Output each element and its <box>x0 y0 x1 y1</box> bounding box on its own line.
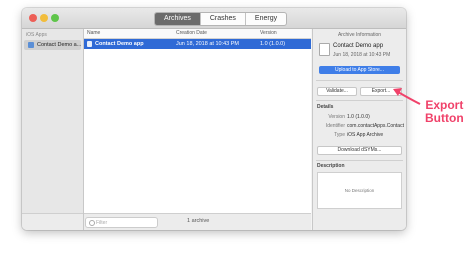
export-button[interactable]: Export... <box>360 87 402 96</box>
divider <box>316 160 403 161</box>
zoom-window-button[interactable] <box>51 14 59 22</box>
description-header: Description <box>317 163 345 169</box>
archive-count: 1 archive <box>187 218 210 224</box>
segmented-tabs: Archives Crashes Energy <box>154 12 288 26</box>
titlebar: Archives Crashes Energy <box>22 8 406 29</box>
details-header: Details <box>317 104 334 110</box>
column-header-name[interactable]: Name <box>87 30 100 36</box>
sidebar-item-contact-demo[interactable]: Contact Demo a... <box>24 40 81 50</box>
divider <box>316 80 403 81</box>
row-name: Contact Demo app <box>95 41 144 47</box>
column-header-version[interactable]: Version <box>260 30 277 36</box>
filter-icon <box>89 220 95 226</box>
detail-key: Version <box>328 114 345 120</box>
table-row[interactable]: Contact Demo app Jun 18, 2018 at 10:43 P… <box>84 39 311 49</box>
row-version: 1.0 (1.0.0) <box>260 41 286 47</box>
sidebar-section-title: iOS Apps <box>26 32 47 38</box>
sidebar-bottom-bar <box>22 213 83 230</box>
archive-file-icon <box>87 41 92 47</box>
archive-name: Contact Demo app <box>333 43 384 49</box>
close-window-button[interactable] <box>29 14 37 22</box>
download-dsyms-button[interactable]: Download dSYMs... <box>317 146 402 155</box>
tab-crashes[interactable]: Crashes <box>201 13 246 25</box>
organizer-window: Archives Crashes Energy iOS Apps Contact… <box>22 8 406 230</box>
detail-key: Identifier <box>325 123 345 129</box>
app-icon <box>28 42 34 48</box>
validate-button[interactable]: Validate... <box>317 87 357 96</box>
description-field[interactable]: No Description <box>317 172 402 209</box>
table-header: Name Creation Date Version <box>84 29 311 39</box>
detail-key: Type <box>334 132 345 138</box>
inspector-panel: Archive Information Contact Demo app Jun… <box>312 29 406 230</box>
detail-value: com.contactApps.Contact <box>347 123 404 129</box>
divider <box>316 100 403 101</box>
detail-value: 1.0 (1.0.0) <box>347 114 370 120</box>
row-date: Jun 18, 2018 at 10:43 PM <box>176 41 239 47</box>
archive-document-icon <box>319 43 330 56</box>
table-bottom-bar: Filter 1 archive <box>84 213 311 230</box>
tab-energy[interactable]: Energy <box>246 13 286 25</box>
filter-placeholder: Filter <box>96 219 108 226</box>
sidebar-item-label: Contact Demo a... <box>37 42 81 48</box>
filter-field[interactable]: Filter <box>85 217 158 228</box>
archive-date: Jun 18, 2018 at 10:43 PM <box>333 52 391 58</box>
sidebar: iOS Apps Contact Demo a... <box>22 29 84 230</box>
column-header-creation-date[interactable]: Creation Date <box>176 30 207 36</box>
minimize-window-button[interactable] <box>40 14 48 22</box>
tab-archives[interactable]: Archives <box>155 13 201 25</box>
export-button-annotation: Export Button <box>425 99 464 125</box>
inspector-title: Archive Information <box>337 32 382 38</box>
upload-to-app-store-button[interactable]: Upload to App Store... <box>319 66 400 74</box>
archives-table: Name Creation Date Version Contact Demo … <box>84 29 311 230</box>
annotation-line-2: Button <box>425 111 464 125</box>
detail-value: iOS App Archive <box>347 132 384 138</box>
